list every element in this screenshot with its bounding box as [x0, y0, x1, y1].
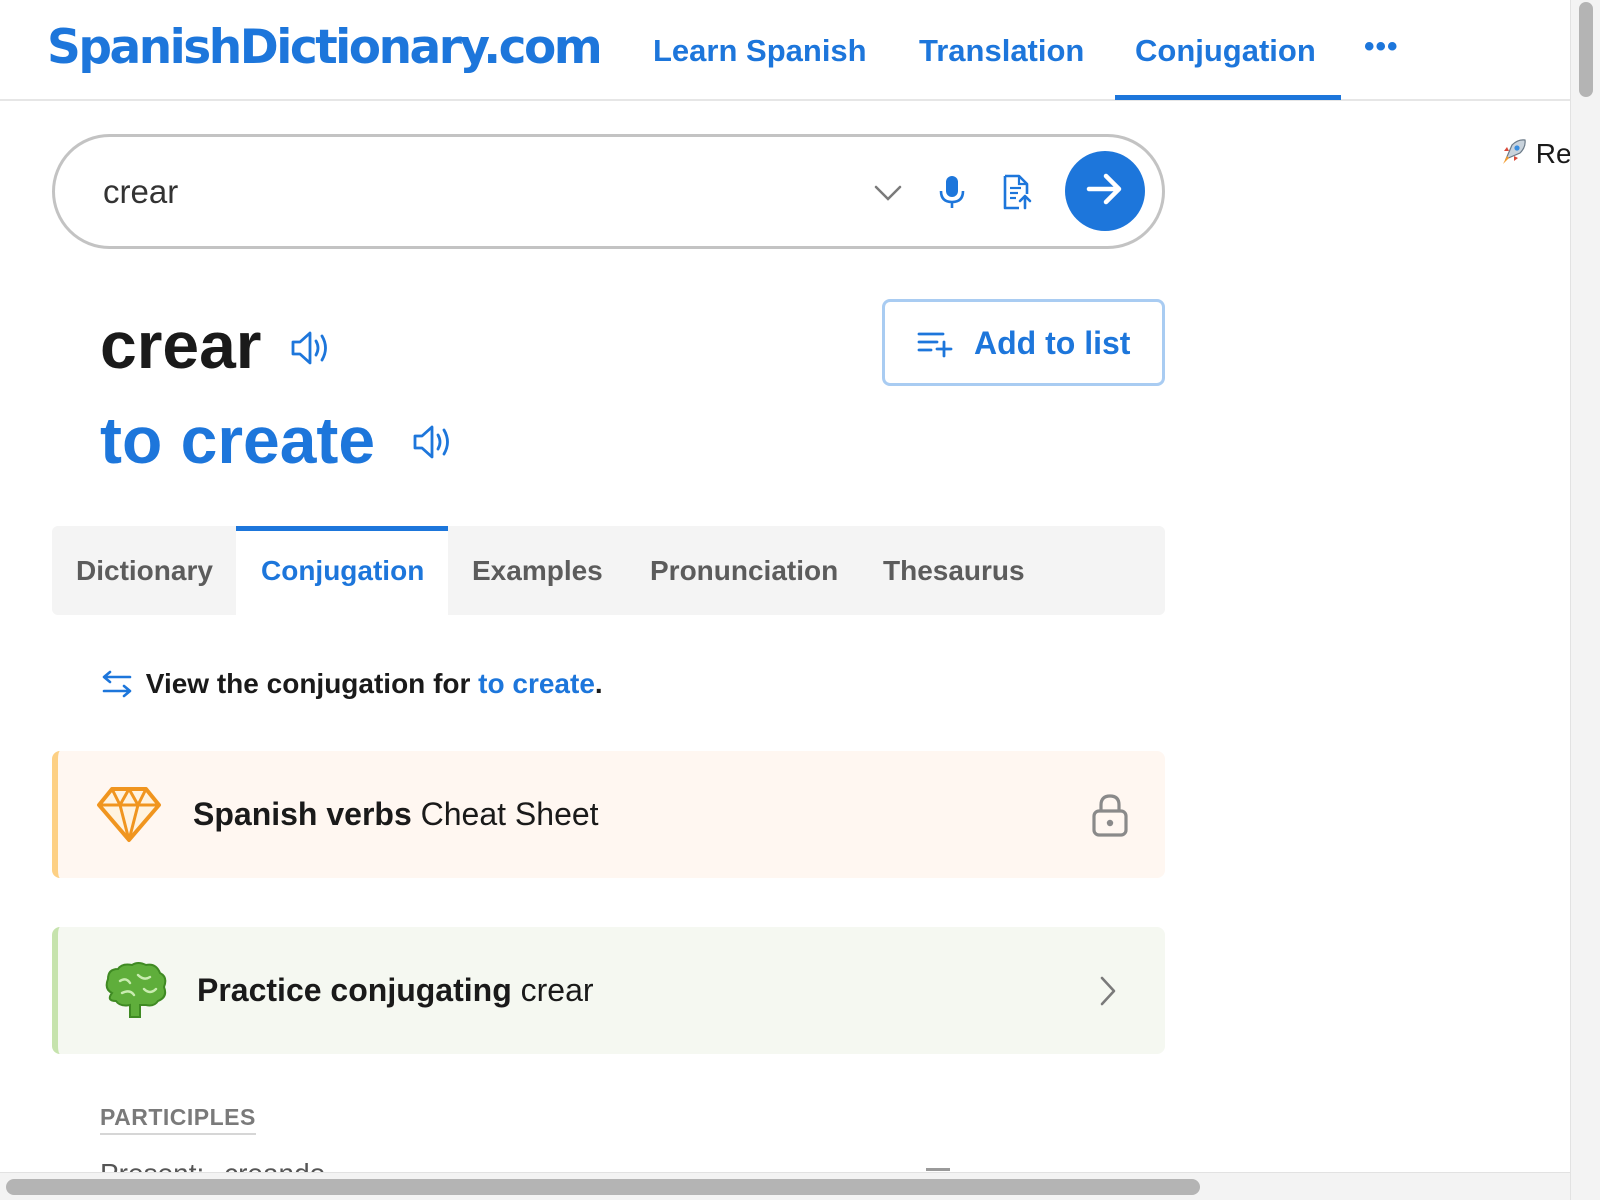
entry-tabs: Dictionary Conjugation Examples Pronunci… [52, 526, 1165, 615]
tab-examples[interactable]: Examples [472, 526, 603, 615]
more-menu-button[interactable]: ••• [1364, 30, 1399, 64]
rocket-icon [1498, 138, 1536, 169]
site-header: SpanishDictionary.com Learn Spanish Tran… [0, 0, 1570, 101]
vertical-scrollbar[interactable] [1570, 0, 1600, 1200]
site-logo[interactable]: SpanishDictionary.com [47, 18, 603, 78]
entry-translation: to create [100, 400, 375, 480]
nav-learn-spanish[interactable]: Learn Spanish [653, 32, 867, 70]
cheat-sheet-title: Spanish verbs Cheat Sheet [193, 795, 599, 833]
headword-text: crear [100, 308, 262, 382]
tab-dictionary[interactable]: Dictionary [76, 526, 213, 615]
horizontal-scrollbar-thumb[interactable] [6, 1179, 1200, 1195]
search-bar [52, 134, 1165, 249]
document-upload-icon[interactable] [997, 171, 1037, 213]
list-add-icon [917, 330, 953, 363]
tab-conjugation[interactable]: Conjugation [236, 526, 448, 615]
translation-speaker-icon[interactable] [412, 422, 456, 467]
tab-thesaurus[interactable]: Thesaurus [883, 526, 1025, 615]
chevron-down-icon[interactable] [870, 175, 906, 211]
diamond-icon [96, 785, 162, 848]
view-conjugation-prefix: View the conjugation for [145, 668, 479, 699]
practice-title: Practice conjugating crear [197, 971, 594, 1009]
view-conjugation-link[interactable]: to create [478, 668, 595, 699]
present-participle-dash [926, 1168, 950, 1171]
nav-active-indicator [1115, 95, 1341, 100]
promo-text: Re [1535, 138, 1572, 169]
swap-arrows-icon [100, 668, 146, 699]
tab-pronunciation[interactable]: Pronunciation [650, 526, 838, 615]
cheat-sheet-bold: Spanish verbs [193, 796, 412, 832]
view-conjugation-line: View the conjugation for to create. [100, 666, 603, 702]
lock-icon [1091, 793, 1129, 842]
nav-conjugation[interactable]: Conjugation [1135, 32, 1316, 70]
add-to-list-button[interactable]: Add to list [882, 299, 1165, 386]
search-submit-button[interactable] [1065, 151, 1145, 231]
practice-bold: Practice conjugating [197, 972, 512, 1008]
participles-heading: PARTICIPLES [100, 1104, 256, 1135]
view-conjugation-suffix: . [594, 668, 603, 699]
cheat-sheet-rest: Cheat Sheet [411, 796, 599, 832]
translation-text[interactable]: to create [100, 403, 375, 477]
nav-translation[interactable]: Translation [919, 32, 1084, 70]
practice-rest: crear [511, 972, 594, 1008]
headword-speaker-icon[interactable] [290, 328, 334, 373]
entry-headword: crear [100, 305, 262, 385]
chevron-right-icon [1098, 975, 1118, 1012]
vertical-scrollbar-thumb[interactable] [1579, 2, 1593, 97]
cheat-sheet-card[interactable]: Spanish verbs Cheat Sheet [52, 751, 1165, 878]
arrow-right-icon [1086, 172, 1124, 211]
practice-card[interactable]: Practice conjugating crear [52, 927, 1165, 1054]
add-to-list-label: Add to list [974, 325, 1131, 361]
brain-icon [102, 961, 168, 1026]
promo-banner[interactable]: Re [1498, 137, 1572, 170]
search-input[interactable] [103, 167, 803, 217]
microphone-icon[interactable] [934, 171, 970, 213]
